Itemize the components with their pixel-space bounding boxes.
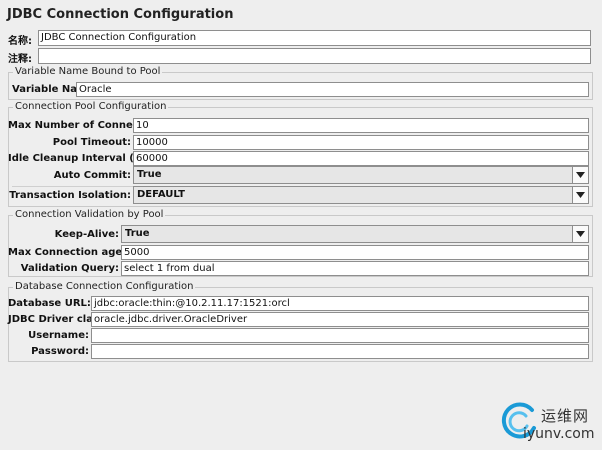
database-url-label: Database URL: [8, 298, 91, 309]
auto-commit-value: True [137, 169, 162, 180]
variable-name-field[interactable]: Oracle [76, 82, 589, 97]
jdbc-driver-class-label: JDBC Driver class: [8, 314, 109, 325]
idle-cleanup-label: Idle Cleanup Interval (ms): [8, 153, 159, 164]
comment-label: 注释: [8, 54, 32, 65]
max-connection-age-field[interactable]: 5000 [121, 245, 589, 260]
chevron-down-icon[interactable] [572, 187, 588, 203]
max-connection-age-label: Max Connection age (ms): [8, 247, 156, 258]
password-field[interactable] [91, 344, 589, 359]
name-field[interactable]: JDBC Connection Configuration [38, 30, 591, 46]
connection-pool-legend: Connection Pool Configuration [13, 101, 169, 112]
password-label: Password: [31, 346, 89, 357]
page-title: JDBC Connection Configuration [7, 7, 234, 22]
username-label: Username: [28, 330, 89, 341]
transaction-isolation-value: DEFAULT [137, 189, 185, 200]
keep-alive-select[interactable]: True [121, 225, 589, 243]
validation-query-label: Validation Query: [20, 263, 119, 274]
keep-alive-label: Keep-Alive: [54, 229, 119, 240]
chevron-down-icon[interactable] [572, 167, 588, 183]
variable-name-legend: Variable Name Bound to Pool [13, 66, 163, 77]
database-url-field[interactable]: jdbc:oracle:thin:@10.2.11.17:1521:orcl [91, 296, 589, 311]
watermark-cn: 运维网 [541, 407, 590, 425]
username-field[interactable] [91, 328, 589, 343]
transaction-isolation-label: Transaction Isolation: [9, 190, 131, 201]
keep-alive-value: True [125, 228, 150, 239]
chevron-down-icon[interactable] [572, 226, 588, 242]
connection-validation-legend: Connection Validation by Pool [13, 209, 166, 220]
name-label: 名称: [8, 36, 32, 47]
comment-field[interactable] [38, 48, 591, 64]
validation-query-field[interactable]: select 1 from dual [121, 261, 589, 276]
watermark-en: iyunv.com [523, 426, 595, 442]
database-connection-legend: Database Connection Configuration [13, 281, 196, 292]
idle-cleanup-field[interactable]: 60000 [133, 151, 589, 166]
pool-timeout-label: Pool Timeout: [52, 137, 131, 148]
jdbc-driver-class-field[interactable]: oracle.jdbc.driver.OracleDriver [91, 312, 589, 327]
auto-commit-select[interactable]: True [133, 166, 589, 184]
max-connections-field[interactable]: 10 [133, 118, 589, 133]
max-connections-label: Max Number of Connections: [8, 120, 171, 131]
pool-timeout-field[interactable]: 10000 [133, 135, 589, 150]
transaction-isolation-select[interactable]: DEFAULT [133, 186, 589, 204]
auto-commit-label: Auto Commit: [53, 170, 131, 181]
